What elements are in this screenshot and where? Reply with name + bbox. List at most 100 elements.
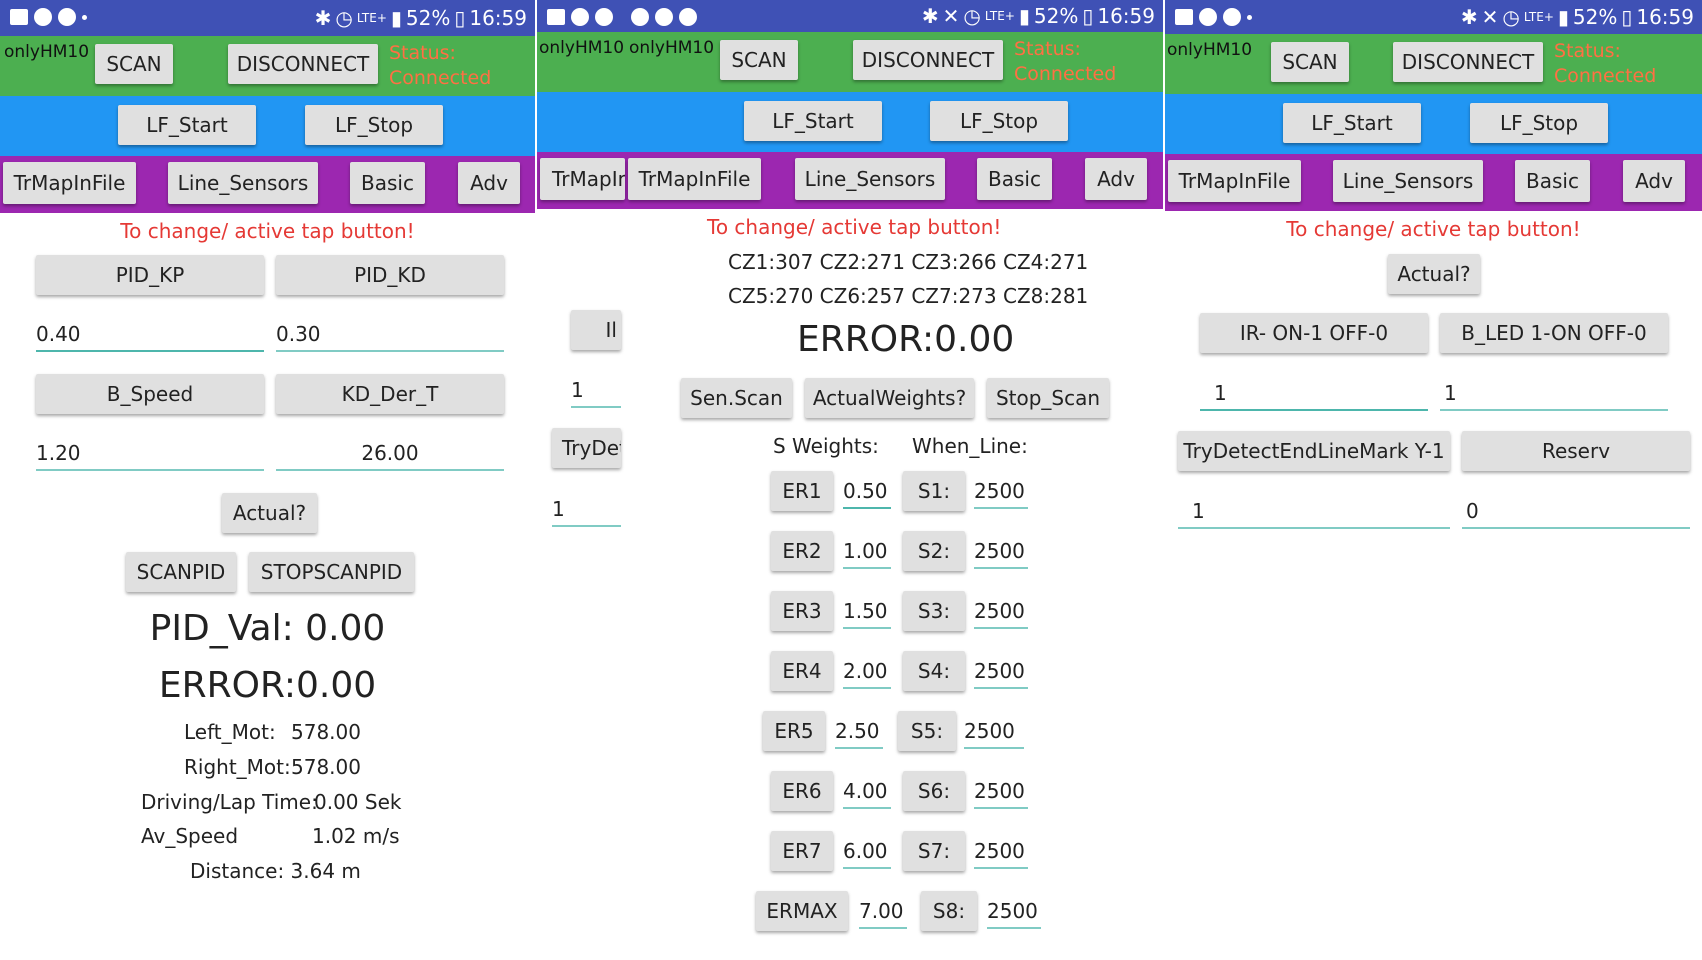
- s-weights-label: S Weights:: [773, 434, 879, 458]
- screenshot-basic: ✱ ◷ LTE+ ▮ 52% ▯ 16:59 onlyHM10 SCAN DIS…: [0, 0, 535, 960]
- b-speed-input[interactable]: 1.20: [36, 441, 264, 471]
- lf-stop-button[interactable]: LF_Stop: [930, 101, 1068, 141]
- er4-input[interactable]: 2.00: [843, 659, 891, 689]
- s4-button[interactable]: S4:: [903, 651, 965, 691]
- actual-weights-button[interactable]: ActualWeights?: [805, 378, 974, 418]
- messenger-icon: [571, 8, 589, 26]
- kd-der-t-input[interactable]: 26.00: [276, 441, 504, 471]
- trydetect-input[interactable]: 1: [1178, 499, 1450, 529]
- er7-input[interactable]: 6.00: [843, 839, 891, 869]
- actual-button[interactable]: Actual?: [222, 493, 317, 533]
- scan-button[interactable]: SCAN: [1271, 42, 1349, 82]
- partial-input[interactable]: 1: [571, 378, 621, 408]
- when-line-label: When_Line:: [912, 434, 1028, 458]
- partial-input-2[interactable]: 1: [552, 497, 621, 527]
- s6-button[interactable]: S6:: [903, 771, 965, 811]
- signal-icon: ▮: [1018, 4, 1030, 28]
- messenger-icon: [631, 8, 649, 26]
- er5-button[interactable]: ER5: [763, 711, 825, 751]
- s2-input[interactable]: 2500: [974, 539, 1028, 569]
- tab-basic[interactable]: Basic: [977, 158, 1052, 200]
- scan-button[interactable]: SCAN: [95, 44, 173, 84]
- s2-button[interactable]: S2:: [903, 531, 965, 571]
- s4-input[interactable]: 2500: [974, 659, 1028, 689]
- tab-basic[interactable]: Basic: [350, 162, 425, 204]
- scan-button[interactable]: SCAN: [720, 40, 798, 80]
- er4-button[interactable]: ER4: [771, 651, 833, 691]
- er6-button[interactable]: ER6: [771, 771, 833, 811]
- s3-input[interactable]: 2500: [974, 599, 1028, 629]
- tab-adv[interactable]: Adv: [1623, 160, 1685, 202]
- lap-time-label: Driving/Lap Time:: [141, 790, 318, 814]
- stopscanpid-button[interactable]: STOPSCANPID: [249, 552, 414, 592]
- bluetooth-icon: ✱: [314, 6, 332, 30]
- trydetect-button[interactable]: TryDetectEndLineMark Y-1: [1178, 431, 1450, 471]
- distance-value: Distance: 3.64 m: [190, 859, 361, 883]
- partial-trydetect-button[interactable]: TryDete: [552, 428, 621, 468]
- er6-input[interactable]: 4.00: [843, 779, 891, 809]
- pid-kp-button[interactable]: PID_KP: [36, 255, 264, 295]
- connection-bar: onlyHM10 SCAN DISCONNECT Status: Connect…: [1165, 34, 1702, 94]
- lf-stop-button[interactable]: LF_Stop: [1470, 103, 1608, 143]
- ermax-input[interactable]: 7.00: [859, 899, 907, 929]
- lf-start-button[interactable]: LF_Start: [744, 101, 882, 141]
- tab-adv[interactable]: Adv: [458, 162, 520, 204]
- tab-trmapinfile[interactable]: TrMapInFile: [628, 158, 761, 200]
- kp-input[interactable]: 0.40: [36, 322, 264, 352]
- lf-stop-button[interactable]: LF_Stop: [305, 105, 443, 145]
- s1-button[interactable]: S1:: [903, 471, 965, 511]
- b-speed-button[interactable]: B_Speed: [36, 374, 264, 414]
- tab-trmapinfile-partial[interactable]: TrMapIn: [540, 158, 625, 200]
- lf-start-button[interactable]: LF_Start: [1283, 103, 1421, 143]
- b-led-input[interactable]: 1: [1440, 381, 1668, 411]
- left-mot-label: Left_Mot:: [184, 720, 276, 744]
- reserv-input[interactable]: 0: [1462, 499, 1690, 529]
- stop-scan-button[interactable]: Stop_Scan: [987, 378, 1109, 418]
- status-bar: ✱ ◷ LTE+ ▮ 52% ▯ 16:59: [0, 0, 535, 36]
- b-led-button[interactable]: B_LED 1-ON OFF-0: [1440, 313, 1668, 353]
- er7-button[interactable]: ER7: [771, 831, 833, 871]
- disconnect-button[interactable]: DISCONNECT: [853, 40, 1003, 80]
- s8-input[interactable]: 2500: [987, 899, 1041, 929]
- reserv-button[interactable]: Reserv: [1462, 431, 1690, 471]
- lf-start-button[interactable]: LF_Start: [118, 105, 256, 145]
- s7-input[interactable]: 2500: [974, 839, 1028, 869]
- signal-icon: ▮: [390, 6, 402, 30]
- s3-button[interactable]: S3:: [903, 591, 965, 631]
- ir-button[interactable]: IR- ON-1 OFF-0: [1200, 313, 1428, 353]
- connection-bar: onlyHM10 onlyHM10 SCAN DISCONNECT Status…: [537, 32, 1163, 92]
- er2-button[interactable]: ER2: [771, 531, 833, 571]
- er2-input[interactable]: 1.00: [843, 539, 891, 569]
- scanpid-button[interactable]: SCANPID: [126, 552, 236, 592]
- er5-input[interactable]: 2.50: [835, 719, 883, 749]
- tab-adv[interactable]: Adv: [1085, 158, 1147, 200]
- s6-input[interactable]: 2500: [974, 779, 1028, 809]
- ermax-button[interactable]: ERMAX: [756, 891, 848, 931]
- kd-der-t-button[interactable]: KD_Der_T: [276, 374, 504, 414]
- partial-button[interactable]: Il: [571, 310, 621, 350]
- disconnect-button[interactable]: DISCONNECT: [1393, 42, 1543, 82]
- disconnect-button[interactable]: DISCONNECT: [228, 44, 378, 84]
- er1-input[interactable]: 0.50: [843, 479, 891, 509]
- ir-input[interactable]: 1: [1200, 381, 1428, 411]
- s7-button[interactable]: S7:: [903, 831, 965, 871]
- tab-line-sensors[interactable]: Line_Sensors: [795, 158, 945, 200]
- actual-button[interactable]: Actual?: [1388, 254, 1480, 294]
- dot-icon: [1247, 14, 1252, 20]
- s8-button[interactable]: S8:: [921, 891, 977, 931]
- er3-input[interactable]: 1.50: [843, 599, 891, 629]
- sen-scan-button[interactable]: Sen.Scan: [681, 378, 792, 418]
- tab-line-sensors[interactable]: Line_Sensors: [1333, 160, 1483, 202]
- s5-input[interactable]: 2500: [964, 719, 1024, 749]
- tab-line-sensors[interactable]: Line_Sensors: [168, 162, 318, 204]
- s1-input[interactable]: 2500: [974, 479, 1028, 509]
- tab-basic[interactable]: Basic: [1515, 160, 1590, 202]
- s5-button[interactable]: S5:: [898, 711, 956, 751]
- er3-button[interactable]: ER3: [771, 591, 833, 631]
- tab-trmapinfile[interactable]: TrMapInFile: [1168, 160, 1301, 202]
- tab-trmapinfile[interactable]: TrMapInFile: [3, 162, 136, 204]
- kd-input[interactable]: 0.30: [276, 322, 504, 352]
- status-bar: ✱ ✕ ◷ LTE+ ▮ 52% ▯ 16:59: [1165, 0, 1702, 34]
- pid-kd-button[interactable]: PID_KD: [276, 255, 504, 295]
- er1-button[interactable]: ER1: [771, 471, 833, 511]
